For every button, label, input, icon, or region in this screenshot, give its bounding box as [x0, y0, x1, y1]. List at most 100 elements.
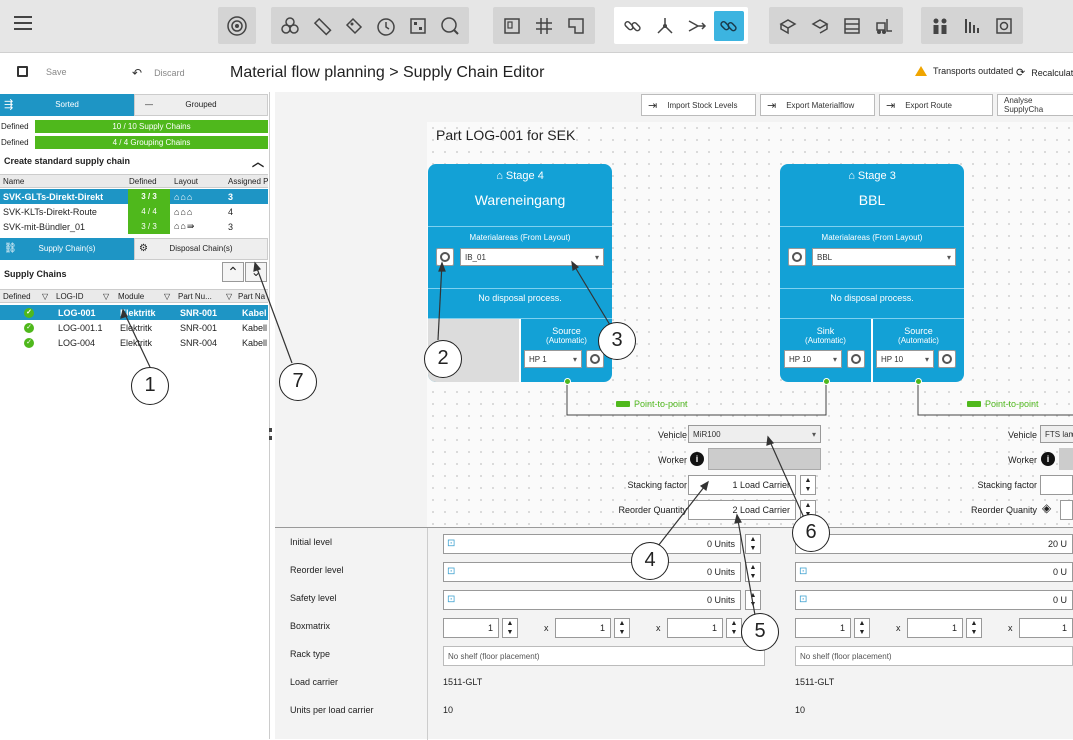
shelf-icon[interactable]	[837, 11, 867, 41]
reorder-level-input[interactable]: 0 U	[795, 562, 1073, 582]
safety-level-input[interactable]: 0 U	[795, 590, 1073, 610]
forklift-icon[interactable]	[869, 11, 899, 41]
editor-panel: ⇥ Import Stock Levels ⇥ Export Materialf…	[275, 92, 1073, 740]
tab-supply-chains[interactable]: ⛓ Supply Chain(s)	[0, 238, 134, 260]
hamburger-icon[interactable]	[14, 16, 32, 30]
boxmatrix-z-input[interactable]: 1	[667, 618, 723, 638]
reorder-quantity-input[interactable]	[1060, 500, 1073, 520]
truck-icon	[616, 401, 630, 407]
std-row-2[interactable]: SVK-KLTs-Direkt-Route 4 / 4 ⌂⌂⌂ 4	[0, 204, 268, 219]
toolbar-group-1	[218, 7, 256, 44]
tab-sorted[interactable]: ⇶ Sorted	[0, 94, 134, 116]
worker-field[interactable]	[1059, 448, 1073, 470]
undo-icon: ↶	[132, 66, 143, 80]
safety-level-input[interactable]: 0 Units	[443, 590, 741, 610]
std-row-3[interactable]: SVK-mit-Bündler_01 3 / 3 ⌂⌂⇛ 3	[0, 219, 268, 234]
chain-active-icon[interactable]	[714, 10, 744, 41]
boxmatrix-z-input[interactable]: 1	[1019, 618, 1073, 638]
defined-check-icon: ✓	[24, 320, 34, 335]
boxmatrix-y-stepper[interactable]: ▲ ▼	[966, 618, 982, 638]
people-icon[interactable]	[925, 11, 955, 41]
initial-level-stepper[interactable]: ▲ ▼	[745, 534, 761, 554]
reorder-quantity-input[interactable]: 2 Load Carrier	[688, 500, 796, 520]
defined-check-icon: ✓	[24, 305, 34, 320]
toolbar-group-5	[769, 7, 903, 44]
safety-level-stepper[interactable]: ▲ ▼	[745, 590, 761, 610]
filter-icon[interactable]: ▽	[226, 290, 236, 302]
layout-icon[interactable]	[497, 11, 527, 41]
clock-icon[interactable]	[371, 11, 401, 41]
hash-grid-icon[interactable]	[529, 11, 559, 41]
initial-level-input[interactable]: 0 Units	[443, 534, 741, 554]
sc-table-header: Defined ▽ LOG-ID ▽ Module ▽ Part Nu... ▽…	[0, 289, 268, 303]
filter-icon[interactable]: ▽	[103, 290, 113, 302]
stacking-factor-input[interactable]	[1040, 475, 1073, 495]
truck-icon	[967, 401, 981, 407]
stacking-factor-input[interactable]: 1 Load Carrier	[688, 475, 796, 495]
boxmatrix-y-input[interactable]: 1	[907, 618, 963, 638]
ruler-icon[interactable]	[307, 11, 337, 41]
boxmatrix-x-stepper[interactable]: ▲ ▼	[502, 618, 518, 638]
search-clock-icon[interactable]	[435, 11, 465, 41]
box-open-icon[interactable]	[805, 11, 835, 41]
chain-type-tabs: ⛓ Supply Chain(s) ⚙ Disposal Chain(s)	[0, 238, 268, 260]
transport-type-label[interactable]: Point-to-point	[967, 399, 1039, 409]
sc-row-1[interactable]: ✓ LOG-001 Elektritk SNR-001 Kabel	[0, 305, 268, 320]
boxmatrix-x-input[interactable]: 1	[795, 618, 851, 638]
boxmatrix-y-stepper[interactable]: ▲ ▼	[614, 618, 630, 638]
stacking-stepper[interactable]: ▲ ▼	[800, 475, 816, 495]
info-icon[interactable]: i	[690, 452, 704, 466]
vehicle-dropdown[interactable]: FTS lang	[1040, 425, 1073, 443]
reorder-level-stepper[interactable]: ▲ ▼	[745, 562, 761, 582]
recalculate-button[interactable]: ⟳ Recalculat	[1016, 66, 1073, 79]
layout-icons: ⌂⌂⌂	[174, 206, 194, 217]
source-connector-dot[interactable]	[915, 378, 922, 385]
box-move-icon[interactable]	[773, 11, 803, 41]
boxmatrix-x-input[interactable]: 1	[443, 618, 499, 638]
boxmatrix-x-stepper[interactable]: ▲ ▼	[854, 618, 870, 638]
callout-3: 3	[598, 322, 636, 360]
chain-link-icon[interactable]	[618, 11, 648, 41]
callout-7: 7	[279, 363, 317, 401]
std-row-1[interactable]: SVK-GLTs-Direkt-Direkt 3 / 3 ⌂⌂⌂ 3	[0, 189, 268, 204]
boxmatrix-z-stepper[interactable]: ▲ ▼	[726, 618, 742, 638]
tab-disposal-chains[interactable]: ⚙ Disposal Chain(s)	[134, 238, 268, 260]
grid-icon[interactable]	[403, 11, 433, 41]
info-icon[interactable]: i	[1041, 452, 1055, 466]
bar-list-icon[interactable]	[957, 11, 987, 41]
callout-5: 5	[741, 613, 779, 651]
parts-icon[interactable]	[275, 11, 305, 41]
sink-connector-dot[interactable]	[823, 378, 830, 385]
chevron-up-icon[interactable]: ︿	[252, 153, 264, 170]
splitter-handle[interactable]	[269, 428, 272, 440]
filter-icon[interactable]: ▽	[164, 290, 174, 302]
move-up-button[interactable]: ⌃	[222, 262, 244, 282]
discard-button[interactable]: ↶ Discard	[132, 66, 185, 80]
frame-target-icon[interactable]	[989, 11, 1019, 41]
layout-icons: ⌂⌂⇛	[174, 221, 196, 231]
target-icon[interactable]	[222, 11, 252, 41]
reorder-level-input[interactable]: 0 Units	[443, 562, 741, 582]
sc-row-2[interactable]: ✓ LOG-001.1 Elektritk SNR-001 Kabell	[0, 320, 268, 335]
std-chain-header[interactable]: Create standard supply chain ︿	[0, 154, 268, 170]
chevron-down-icon: ⌄	[250, 265, 262, 279]
refresh-icon: ⟳	[1016, 67, 1026, 79]
floorplan-icon[interactable]	[561, 11, 591, 41]
worker-field[interactable]	[708, 448, 821, 470]
move-down-button[interactable]: ⌄	[245, 262, 267, 282]
initial-level-input[interactable]: 20 U	[795, 534, 1073, 554]
transport-type-label[interactable]: Point-to-point	[616, 399, 688, 409]
save-button[interactable]: Save	[17, 66, 67, 77]
left-panel: ⇶ Sorted — Grouped Defined 10 / 10 Suppl…	[0, 92, 270, 739]
boxmatrix-y-input[interactable]: 1	[555, 618, 611, 638]
tag-icon[interactable]	[339, 11, 369, 41]
rack-type-dropdown[interactable]: No shelf (floor placement)	[443, 646, 765, 666]
tab-grouped[interactable]: — Grouped	[134, 94, 268, 116]
filter-icon[interactable]: ▽	[42, 290, 52, 302]
sc-row-3[interactable]: ✓ LOG-004 Elektritk SNR-004 Kabell	[0, 335, 268, 350]
merge-arrow-icon[interactable]	[682, 11, 712, 41]
rack-type-dropdown[interactable]: No shelf (floor placement)	[795, 646, 1073, 666]
branch-icon[interactable]	[650, 11, 680, 41]
vehicle-dropdown[interactable]: MiR100	[688, 425, 821, 443]
source-connector-dot[interactable]	[564, 378, 571, 385]
